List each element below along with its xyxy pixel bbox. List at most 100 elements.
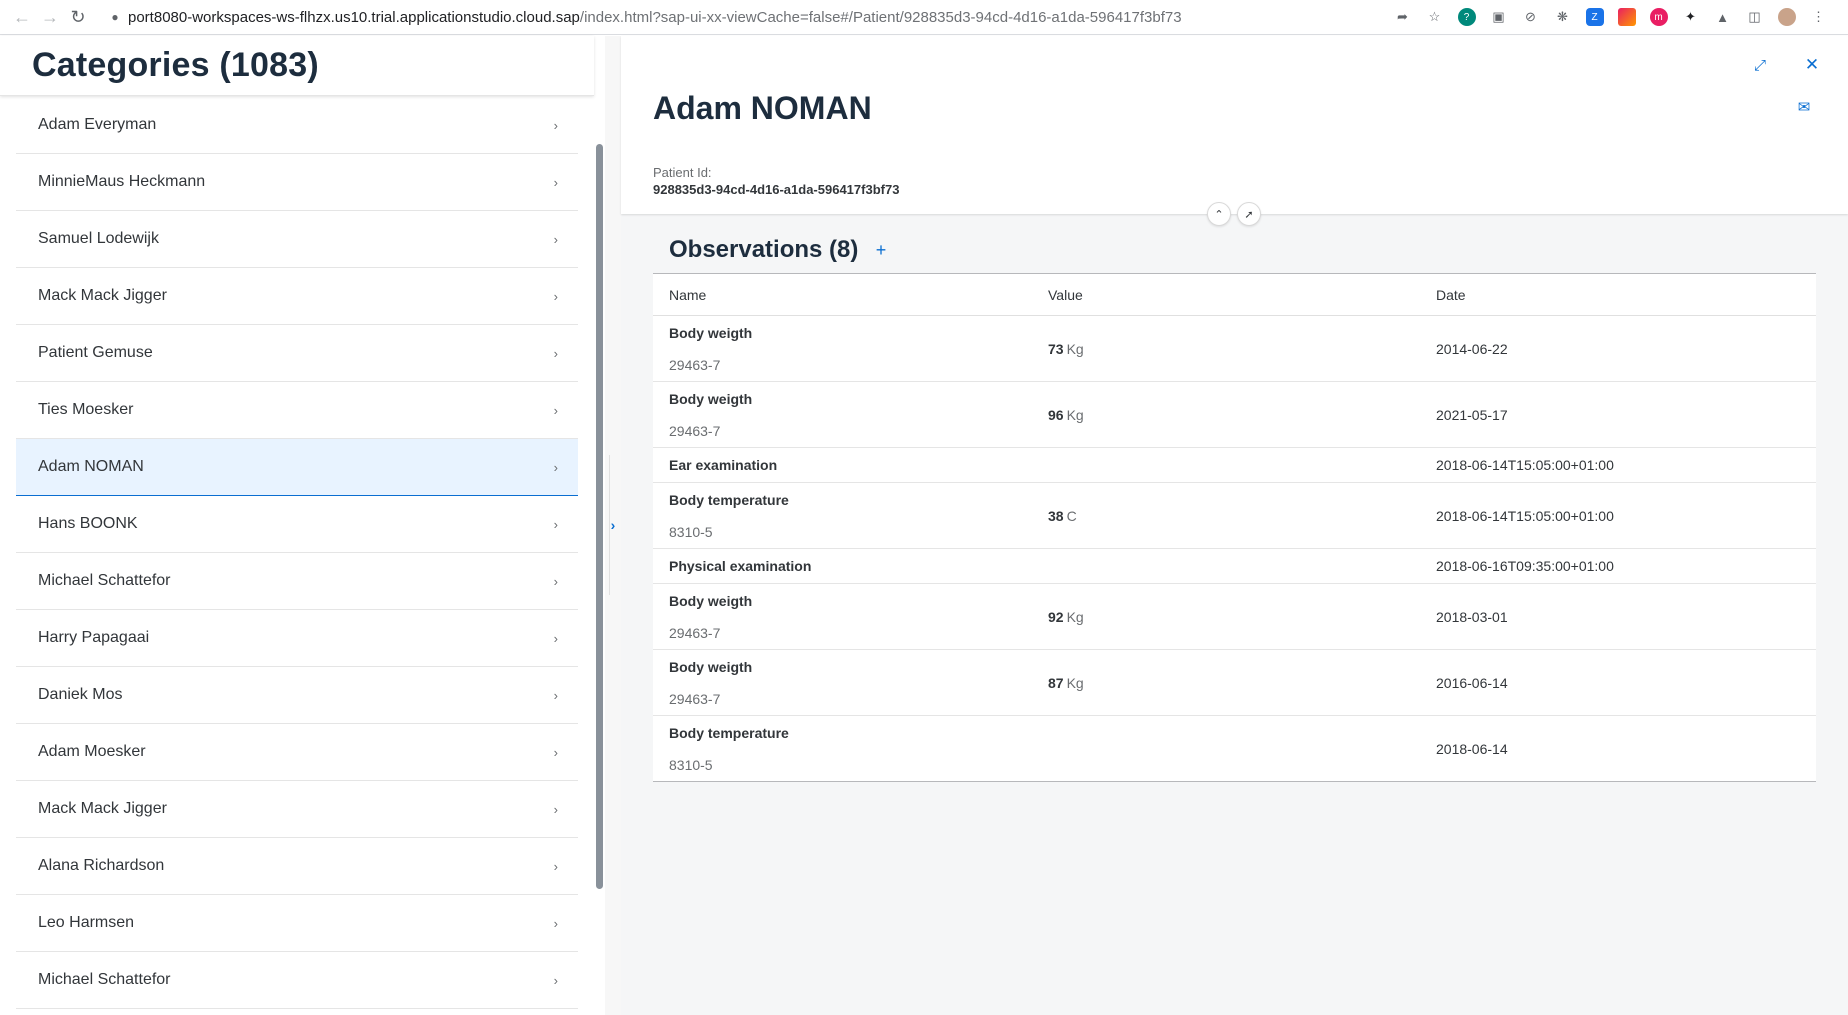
observation-date: 2021-05-17 xyxy=(1436,406,1508,423)
site-info-icon[interactable]: ● xyxy=(102,10,128,24)
table-row[interactable]: Body temperature 8310-5 38 C 2018-06-14T15:0… xyxy=(653,483,1816,549)
observation-date: 2018-06-16T09:35:00+01:00 xyxy=(1436,558,1614,574)
gradient-extension-icon[interactable] xyxy=(1617,8,1636,26)
list-item-label: Daniek Mos xyxy=(38,686,123,703)
name-cell: Body temperature 8310-5 xyxy=(653,725,1032,773)
list-item-label: Michael Schattefor xyxy=(38,971,171,988)
observation-unit: Kg xyxy=(1066,406,1084,423)
observation-code: 29463-7 xyxy=(669,624,721,641)
pin-header-icon[interactable]: ➚ xyxy=(1237,202,1261,226)
forward-icon[interactable]: → xyxy=(36,3,64,31)
gear-extension-icon[interactable]: ❋ xyxy=(1551,6,1574,29)
observation-unit: Kg xyxy=(1066,674,1084,691)
patient-list: Adam Everyman › MinnieMaus Heckmann › Samuel… xyxy=(16,97,578,1009)
chevron-right-icon: › xyxy=(553,915,558,931)
chevron-right-icon: › xyxy=(553,459,558,475)
list-item[interactable]: Ties Moesker › xyxy=(16,382,578,439)
chevron-right-icon: › xyxy=(553,630,558,646)
observation-code: 8310-5 xyxy=(669,523,713,540)
back-icon[interactable]: ← xyxy=(8,3,36,31)
list-item-label: MinnieMaus Heckmann xyxy=(38,173,206,190)
close-icon[interactable]: ✕ xyxy=(1799,52,1825,78)
observations-title: Observations (8) xyxy=(669,236,859,263)
list-item[interactable]: Harry Papagaai › xyxy=(16,610,578,667)
master-scrollbar[interactable] xyxy=(596,144,603,889)
observations-table: Name Value Date Body weigth 29463-7 73 Kg 20… xyxy=(653,273,1816,782)
collapse-header-icon[interactable]: ⌃ xyxy=(1207,202,1231,226)
camera-extension-icon[interactable]: ▣ xyxy=(1487,6,1510,29)
help-extension-icon[interactable]: ? xyxy=(1457,8,1476,26)
list-item[interactable]: Daniek Mos › xyxy=(16,667,578,724)
list-item[interactable]: Hans BOONK › xyxy=(16,496,578,553)
block-extension-icon[interactable]: ⊘ xyxy=(1519,6,1542,29)
list-item-label: Samuel Lodewijk xyxy=(38,230,159,247)
list-item-label: Patient Gemuse xyxy=(38,344,153,361)
chevron-right-icon: › xyxy=(553,288,558,304)
m-extension-icon[interactable]: m xyxy=(1649,8,1668,26)
table-row[interactable]: Body weigth 29463-7 73 Kg 2014-06-22 xyxy=(653,316,1816,382)
name-cell: Physical examination xyxy=(653,558,1032,574)
list-item-label: Mack Mack Jigger xyxy=(38,287,167,304)
patient-id-label: Patient Id: xyxy=(653,165,712,180)
list-item-label: Adam Everyman xyxy=(38,116,157,133)
more-menu-icon[interactable]: ⋮ xyxy=(1807,6,1830,29)
url-path: /index.html?sap-ui-xx-viewCache=false#/P… xyxy=(579,8,1182,26)
chevron-right-icon: › xyxy=(553,402,558,418)
list-item-label: Leo Harmsen xyxy=(38,914,135,931)
email-icon[interactable]: ✉ xyxy=(1791,94,1817,120)
list-item[interactable]: Mack Mack Jigger › xyxy=(16,781,578,838)
chevron-right-icon: › xyxy=(553,858,558,874)
z-extension-icon[interactable]: Z xyxy=(1585,8,1604,26)
table-row[interactable]: Body weigth 29463-7 96 Kg 2021-05-17 xyxy=(653,382,1816,448)
chevron-right-icon: › xyxy=(553,516,558,532)
add-observation-button[interactable]: + xyxy=(871,240,891,260)
table-row[interactable]: Body weigth 29463-7 92 Kg 2018-03-01 xyxy=(653,584,1816,650)
reload-icon[interactable]: ↻ xyxy=(64,3,92,31)
list-item[interactable]: Michael Schattefor › xyxy=(16,553,578,610)
list-item[interactable]: Samuel Lodewijk › xyxy=(16,211,578,268)
table-row[interactable]: Physical examination 2018-06-16T09:35:00+… xyxy=(653,549,1816,584)
table-row[interactable]: Ear examination 2018-06-14T15:05:00+01:00 xyxy=(653,448,1816,483)
name-cell: Body weigth 29463-7 xyxy=(653,325,1032,373)
address-bar[interactable]: ● port8080-workspaces-ws-flhzx.us10.tria… xyxy=(102,2,1391,32)
list-item[interactable]: Adam NOMAN › xyxy=(16,439,578,496)
fullscreen-icon[interactable]: ⤢ xyxy=(1747,52,1773,78)
page-title: Adam NOMAN xyxy=(653,90,872,126)
observation-code: 29463-7 xyxy=(669,422,721,439)
chevron-right-icon[interactable]: › xyxy=(606,515,620,535)
observation-name: Body temperature xyxy=(669,724,789,741)
observation-name: Body weigth xyxy=(669,592,753,609)
list-item-label: Adam Moesker xyxy=(38,743,146,760)
value-cell: 92 Kg xyxy=(1032,609,1420,625)
profile-avatar[interactable] xyxy=(1777,8,1796,26)
observation-value: 92 xyxy=(1048,608,1064,625)
list-item[interactable]: Adam Everyman › xyxy=(16,97,578,154)
list-item[interactable]: Leo Harmsen › xyxy=(16,895,578,952)
list-item[interactable]: Adam Moesker › xyxy=(16,724,578,781)
master-panel: Categories (1083) Adam Everyman › MinnieMa… xyxy=(0,36,594,1015)
list-item[interactable]: Mack Mack Jigger › xyxy=(16,268,578,325)
observation-name: Ear examination xyxy=(669,457,778,473)
table-row[interactable]: Body weigth 29463-7 87 Kg 2016-06-14 xyxy=(653,650,1816,716)
observation-name: Body weigth xyxy=(669,324,753,341)
bird-extension-icon[interactable]: ✦ xyxy=(1679,6,1702,29)
observation-value: 96 xyxy=(1048,406,1064,423)
column-name-header: Name xyxy=(669,286,707,303)
share-icon[interactable]: ➦ xyxy=(1391,6,1414,29)
sidepanel-icon[interactable]: ◫ xyxy=(1743,6,1766,29)
chevron-right-icon: › xyxy=(553,573,558,589)
list-item-label: Adam NOMAN xyxy=(38,458,144,475)
browser-toolbar: ← → ↻ ● port8080-workspaces-ws-flhzx.us1… xyxy=(0,0,1848,35)
observation-unit: C xyxy=(1066,507,1077,524)
list-item-label: Hans BOONK xyxy=(38,515,138,532)
puzzle-extensions-icon[interactable]: ▲ xyxy=(1711,6,1734,29)
name-cell: Body weigth 29463-7 xyxy=(653,391,1032,439)
list-item[interactable]: MinnieMaus Heckmann › xyxy=(16,154,578,211)
bookmark-star-icon[interactable]: ☆ xyxy=(1423,6,1446,29)
list-item[interactable]: Alana Richardson › xyxy=(16,838,578,895)
list-item[interactable]: Patient Gemuse › xyxy=(16,325,578,382)
observation-name: Physical examination xyxy=(669,558,812,574)
list-item[interactable]: Michael Schattefor › xyxy=(16,952,578,1009)
table-row[interactable]: Body temperature 8310-5 2018-06-14 xyxy=(653,716,1816,782)
list-item-label: Alana Richardson xyxy=(38,857,165,874)
